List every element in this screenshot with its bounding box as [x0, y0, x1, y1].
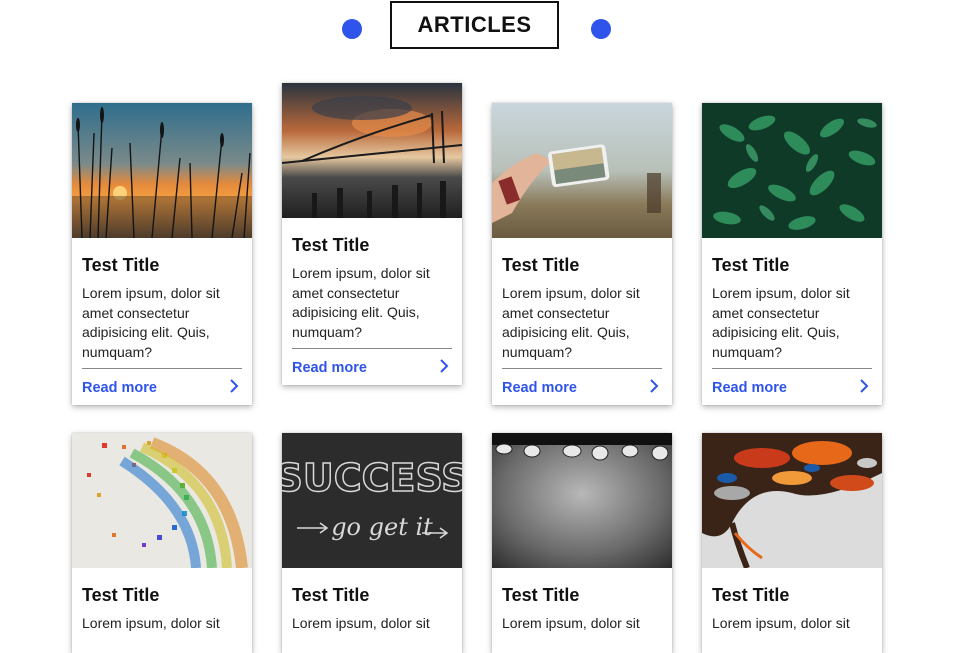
- card-title: Test Title: [292, 235, 370, 255]
- decorative-dot-right: [591, 19, 611, 39]
- chevron-right-icon[interactable]: [226, 378, 242, 394]
- card-text: Lorem ipsum, dolor sit amet consectetur …: [292, 264, 452, 349]
- page-title: ARTICLES: [390, 1, 559, 49]
- chevron-right-icon[interactable]: [436, 358, 452, 374]
- article-card: SUCCESS go get it Test Title Lorem ipsum…: [282, 433, 462, 653]
- green-leaves-photo: [702, 103, 882, 238]
- card-text: Lorem ipsum, dolor sit: [292, 615, 430, 631]
- success-chalkboard-photo: SUCCESS go get it: [282, 433, 462, 568]
- card-title: Test Title: [712, 255, 790, 275]
- rainbow-confetti-photo: [72, 433, 252, 568]
- card-title: Test Title: [502, 255, 580, 275]
- chalkboard-success-text: SUCCESS: [282, 456, 462, 500]
- card-text: Lorem ipsum, dolor sit: [712, 615, 850, 631]
- read-more-link[interactable]: Read more: [502, 380, 577, 396]
- card-title: Test Title: [502, 585, 580, 605]
- phone-photo: [492, 103, 672, 238]
- decorative-dot-left: [342, 19, 362, 39]
- card-text: Lorem ipsum, dolor sit amet consectetur …: [502, 284, 662, 369]
- card-title: Test Title: [292, 585, 370, 605]
- card-text: Lorem ipsum, dolor sit: [502, 615, 640, 631]
- card-title: Test Title: [82, 585, 160, 605]
- card-text: Lorem ipsum, dolor sit: [82, 615, 220, 631]
- card-title: Test Title: [712, 585, 790, 605]
- chevron-right-icon[interactable]: [856, 378, 872, 394]
- read-more-link[interactable]: Read more: [292, 360, 367, 376]
- card-title: Test Title: [82, 255, 160, 275]
- article-card: Test Title Lorem ipsum, dolor sit amet c…: [702, 103, 882, 405]
- read-more-link[interactable]: Read more: [82, 380, 157, 396]
- read-more-link[interactable]: Read more: [712, 380, 787, 396]
- bridge-sunset-photo: [282, 83, 462, 218]
- article-card: Test Title Lorem ipsum, dolor sit: [492, 433, 672, 653]
- article-card: Test Title Lorem ipsum, dolor sit: [72, 433, 252, 653]
- abstract-paint-photo: [702, 433, 882, 568]
- chevron-right-icon[interactable]: [646, 378, 662, 394]
- article-card: Test Title Lorem ipsum, dolor sit amet c…: [72, 103, 252, 405]
- card-text: Lorem ipsum, dolor sit amet consectetur …: [82, 284, 242, 369]
- card-text: Lorem ipsum, dolor sit amet consectetur …: [712, 284, 872, 369]
- article-card: Test Title Lorem ipsum, dolor sit: [702, 433, 882, 653]
- chalkboard-tagline-text: go get it: [331, 513, 433, 541]
- page-header: ARTICLES: [0, 0, 953, 60]
- article-card: Test Title Lorem ipsum, dolor sit amet c…: [282, 83, 462, 385]
- sunset-reeds-photo: [72, 103, 252, 238]
- article-card: Test Title Lorem ipsum, dolor sit amet c…: [492, 103, 672, 405]
- gray-gradient-photo: [492, 433, 672, 568]
